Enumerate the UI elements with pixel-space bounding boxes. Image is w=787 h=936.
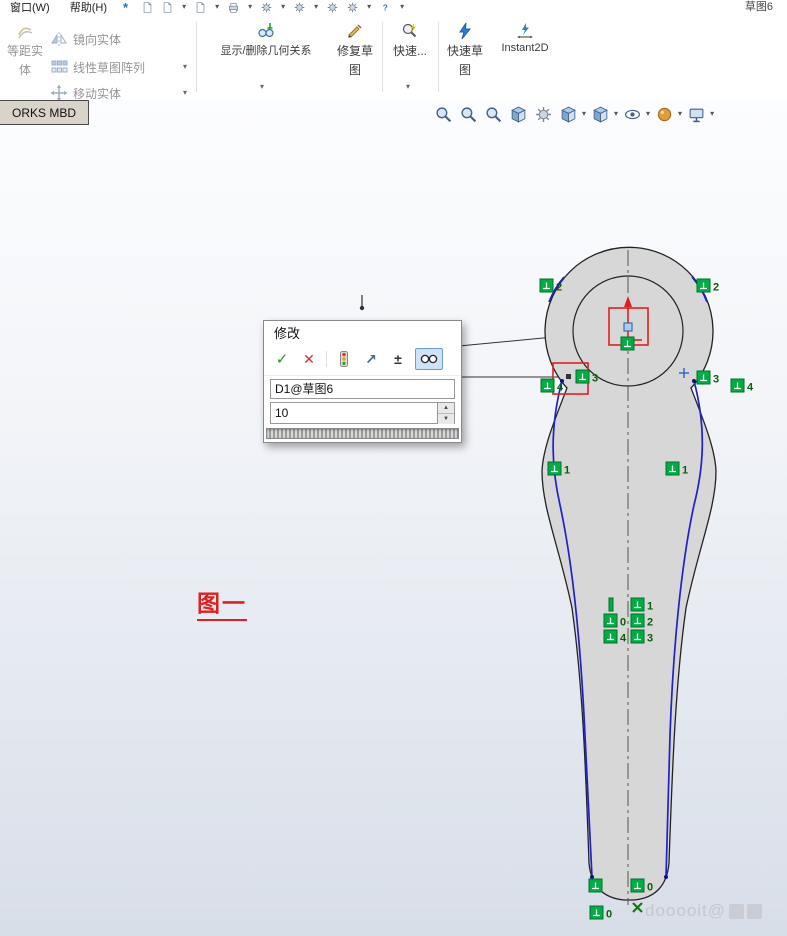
edit-appearance-icon[interactable] — [653, 104, 675, 124]
pattern-flyout-caret[interactable]: ▾ — [183, 62, 187, 71]
increment-value-button[interactable]: ± — [388, 350, 408, 368]
mirror-entities-icon — [50, 30, 68, 48]
display-delete-relations-icon — [257, 22, 275, 40]
help-icon[interactable] — [380, 2, 391, 13]
menu-window[interactable]: 窗口(W) — [0, 0, 60, 15]
heads-up-view-toolbar: ▾ ▾ ▾ ▾ ▾ — [432, 104, 714, 124]
move-entities-label: 移动实体 — [73, 85, 121, 102]
rapid-sketch-icon — [456, 22, 474, 40]
quick-snaps-label: 快速... — [393, 42, 427, 59]
modify-dialog-toolbar: ✓ ✕ ↗ ± — [264, 345, 461, 376]
pin-menu-icon[interactable]: * — [123, 0, 128, 15]
increment-thumbwheel[interactable] — [266, 428, 459, 439]
print-icon[interactable] — [228, 2, 239, 13]
offset-entities-label2: 体 — [19, 61, 31, 78]
figure-annotation: 图一 — [197, 584, 247, 621]
repair-sketch-label2: 图 — [349, 61, 361, 78]
options-caret[interactable]: ▾ — [367, 3, 371, 11]
linear-sketch-pattern-button[interactable]: 线性草图阵列 — [50, 58, 145, 76]
value-spinner: ▲ ▼ — [437, 403, 454, 424]
relations-flyout-caret[interactable]: ▾ — [260, 82, 264, 91]
menu-help[interactable]: 帮助(H) — [60, 0, 117, 15]
active-document-name: 草图6 — [745, 0, 773, 14]
reverse-direction-button[interactable]: ↗ — [361, 350, 381, 368]
select-icon[interactable] — [294, 2, 305, 13]
instant2d-button[interactable]: Instant2D — [494, 22, 556, 54]
rapid-sketch-button[interactable]: 快速草 图 — [442, 22, 488, 78]
offset-entities-icon — [16, 22, 34, 40]
watermark-glyph — [747, 904, 762, 919]
mirror-entities-label: 镜向实体 — [73, 31, 121, 48]
display-delete-relations-button[interactable]: 显示/删除几何关系 — [202, 22, 330, 58]
save-icon[interactable] — [195, 2, 206, 13]
linear-sketch-pattern-icon — [50, 58, 68, 76]
options-icon[interactable] — [347, 2, 358, 13]
display-style-caret[interactable]: ▾ — [614, 110, 618, 118]
thumbwheel-toggle-button[interactable] — [415, 348, 443, 370]
quick-snaps-button[interactable]: 快速... — [386, 22, 434, 59]
dimension-name-field[interactable]: D1@草图6 — [270, 379, 455, 399]
hide-show-items-caret[interactable]: ▾ — [646, 110, 650, 118]
tab-solidworks-mbd[interactable]: ORKS MBD — [0, 100, 89, 125]
traffic-light-icon — [338, 351, 350, 367]
previous-view-icon[interactable] — [482, 104, 504, 124]
quick-access-toolbar: ▾ ▾ ▾ ▾ ▾ ▾ ▾ — [142, 2, 404, 13]
quick-snaps-icon — [401, 22, 419, 40]
graphics-area[interactable] — [0, 100, 787, 936]
new-document-icon[interactable] — [142, 2, 153, 13]
print-caret[interactable]: ▾ — [248, 3, 252, 11]
move-flyout-caret[interactable]: ▾ — [183, 88, 187, 97]
modify-dialog-title[interactable]: 修改 — [264, 321, 461, 345]
open-caret[interactable]: ▾ — [182, 3, 186, 11]
toolbar-separator — [326, 351, 327, 367]
view-settings-icon[interactable] — [685, 104, 707, 124]
zoom-to-fit-icon[interactable] — [432, 104, 454, 124]
display-style-icon[interactable] — [589, 104, 611, 124]
command-manager-ribbon: 等距实 体 镜向实体 线性草图阵列 — [0, 14, 787, 101]
menu-bar: 窗口(W) 帮助(H) * ▾ ▾ ▾ ▾ ▾ ▾ ▾ 草图6 — [0, 0, 787, 15]
display-delete-relations-label: 显示/删除几何关系 — [220, 42, 311, 58]
confirm-button[interactable]: ✓ — [272, 350, 292, 368]
edit-appearance-caret[interactable]: ▾ — [678, 110, 682, 118]
rebuild-traffic-light-button[interactable] — [334, 350, 354, 368]
linear-sketch-pattern-label: 线性草图阵列 — [73, 59, 145, 76]
spin-up-button[interactable]: ▲ — [438, 403, 454, 414]
repair-sketch-icon — [346, 22, 364, 40]
offset-entities-button[interactable]: 等距实 体 — [4, 22, 46, 78]
mirror-entities-button[interactable]: 镜向实体 — [50, 30, 121, 48]
select-caret[interactable]: ▾ — [314, 3, 318, 11]
watermark-glyph — [729, 904, 744, 919]
rapid-sketch-label2: 图 — [459, 61, 471, 78]
instant2d-icon — [516, 22, 534, 40]
zoom-to-area-icon[interactable] — [457, 104, 479, 124]
hide-show-items-icon[interactable] — [621, 104, 643, 124]
tab-label: ORKS MBD — [12, 106, 76, 120]
dimension-value-box: 10 ▲ ▼ — [270, 402, 455, 424]
modify-dialog[interactable]: 修改 ✓ ✕ ↗ ± D1@ — [263, 320, 462, 443]
section-view-icon[interactable] — [507, 104, 529, 124]
instant2d-label: Instant2D — [501, 42, 548, 54]
help-caret[interactable]: ▾ — [400, 3, 404, 11]
offset-entities-label: 等距实 — [7, 42, 43, 59]
rapid-sketch-label: 快速草 — [447, 42, 483, 59]
cancel-button[interactable]: ✕ — [299, 350, 319, 368]
undo-caret[interactable]: ▾ — [281, 3, 285, 11]
rebuild-icon[interactable] — [327, 2, 338, 13]
view-orientation-icon[interactable] — [557, 104, 579, 124]
solidworks-window: 窗口(W) 帮助(H) * ▾ ▾ ▾ ▾ ▾ ▾ ▾ 草图6 等距实 体 镜向实体 — [0, 0, 787, 936]
undo-icon[interactable] — [261, 2, 272, 13]
view-orientation-caret[interactable]: ▾ — [582, 110, 586, 118]
open-icon[interactable] — [162, 2, 173, 13]
spin-down-button[interactable]: ▼ — [438, 414, 454, 424]
watermark-text: dooooit@ — [645, 901, 726, 921]
quick-snaps-caret[interactable]: ▾ — [406, 82, 410, 91]
save-caret[interactable]: ▾ — [215, 3, 219, 11]
repair-sketch-label: 修复草 — [337, 42, 373, 59]
repair-sketch-button[interactable]: 修复草 图 — [332, 22, 378, 78]
spin-box-icon — [420, 353, 438, 365]
dimension-value-input[interactable]: 10 — [271, 406, 437, 420]
annotation-view-icon[interactable] — [532, 104, 554, 124]
view-settings-caret[interactable]: ▾ — [710, 110, 714, 118]
watermark: dooooit@ — [645, 901, 762, 921]
